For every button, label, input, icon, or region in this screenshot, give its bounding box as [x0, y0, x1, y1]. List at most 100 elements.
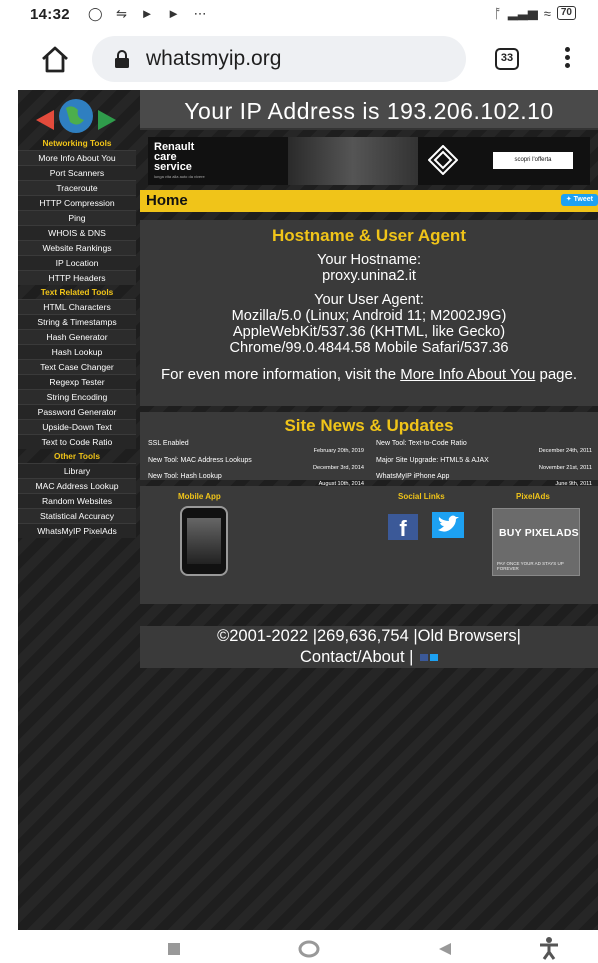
ad-tagline: lunga vita alla auto da vivere: [154, 174, 205, 179]
renault-ad-banner[interactable]: Renault care service lunga vita alla aut…: [148, 137, 590, 185]
tweet-button[interactable]: ✦ Tweet: [560, 194, 598, 206]
browser-toolbar: whatsmyip.org 33: [0, 28, 598, 88]
sidebar-item[interactable]: MAC Address Lookup: [18, 478, 136, 493]
contact-about-link[interactable]: Contact/About |: [300, 648, 413, 666]
renault-logo-icon: [428, 145, 458, 175]
footer: ©2001-2022 |269,636,754 |Old Browsers| C…: [140, 626, 598, 668]
sidebar-item[interactable]: Password Generator: [18, 404, 136, 419]
lock-icon: [115, 50, 129, 68]
user-agent-line: Mozilla/5.0 (Linux; Android 11; M2002J9G…: [231, 308, 507, 324]
twitter-icon[interactable]: [432, 512, 464, 538]
bluetooth-icon: ᚩ: [493, 5, 502, 21]
battery-icon: 70: [556, 6, 576, 20]
more-menu-icon[interactable]: [563, 45, 571, 73]
hostname-section-title: Hostname & User Agent: [272, 226, 466, 245]
sidebar-section-heading: Text Related Tools: [40, 287, 114, 297]
news-title[interactable]: Major Site Upgrade: HTML5 & AJAX: [376, 457, 489, 464]
signal-icon: ▂▃▅: [507, 5, 538, 20]
more-info-link[interactable]: More Info About You: [400, 366, 535, 383]
home-button-icon[interactable]: [298, 940, 320, 958]
mobile-app-phone-image[interactable]: [180, 506, 228, 576]
web-page: Networking Tools More Info About You Port …: [18, 90, 598, 930]
buy-pixelads-text: BUY PIXELADS: [499, 527, 579, 539]
sidebar-item[interactable]: WHOIS & DNS: [18, 225, 136, 240]
hostname-section: Hostname & User Agent Your Hostname: pro…: [140, 220, 598, 406]
footer-facebook-icon[interactable]: [420, 654, 429, 662]
main-content: Your IP Address is 193.206.102.10 Renaul…: [140, 90, 598, 668]
user-agent-line: Chrome/99.0.4844.58 Mobile Safari/537.36: [229, 340, 509, 356]
home-icon[interactable]: [40, 44, 70, 74]
sidebar-item[interactable]: Port Scanners: [18, 165, 136, 180]
sidebar-nav: Networking Tools More Info About You Port …: [18, 136, 136, 538]
sidebar-item[interactable]: WhatsMyIP PixelAds: [18, 523, 136, 538]
home-header: Home ✦ Tweet: [140, 190, 598, 212]
sidebar-section-heading: Other Tools: [54, 451, 100, 461]
tab-switcher-button[interactable]: 33: [495, 48, 519, 70]
notification-icons: ◯ ⇋ ► ► ⋯: [88, 6, 212, 21]
site-news-section: Site News & Updates SSL Enabled February …: [140, 412, 598, 504]
buy-pixelads-banner[interactable]: BUY PIXELADS PAY ONCE YOUR AD STAYS UP F…: [492, 508, 580, 576]
wifi-icon: ≈: [543, 5, 551, 21]
sidebar-item[interactable]: Upside-Down Text: [18, 419, 136, 434]
ip-address-title: Your IP Address is 193.206.102.10: [140, 90, 598, 130]
sidebar-item[interactable]: Text Case Changer: [18, 359, 136, 374]
social-links-heading: Social Links: [398, 492, 445, 501]
news-item[interactable]: New Tool: MAC Address Lookups December 3r…: [148, 457, 364, 474]
hostname-label: Your Hostname:: [316, 252, 422, 268]
sidebar-item[interactable]: Library: [18, 463, 136, 478]
facebook-icon[interactable]: f: [388, 514, 418, 541]
system-icons: ᚩ ▂▃▅ ≈ 70: [494, 5, 576, 21]
sidebar-section-heading: Networking Tools: [42, 138, 112, 148]
news-title[interactable]: New Tool: Text-to-Code Ratio: [376, 440, 467, 447]
ad-photo: [288, 137, 418, 185]
sidebar-item[interactable]: Website Rankings: [18, 240, 136, 255]
user-agent-label: Your User Agent:: [314, 292, 424, 308]
url-text[interactable]: whatsmyip.org: [146, 47, 281, 71]
sidebar-item[interactable]: Random Websites: [18, 493, 136, 508]
mobile-app-heading: Mobile App: [178, 492, 221, 501]
footer-twitter-icon[interactable]: [430, 654, 439, 662]
news-date: November 21st, 2011: [538, 464, 592, 471]
sidebar-item[interactable]: Traceroute: [18, 180, 136, 195]
site-news-title: Site News & Updates: [284, 416, 454, 435]
hostname-value: proxy.unina2.it: [322, 268, 416, 284]
accessibility-icon[interactable]: [538, 936, 560, 960]
news-item[interactable]: New Tool: Text-to-Code Ratio December 24t…: [376, 440, 592, 457]
sidebar-item[interactable]: HTML Characters: [18, 299, 136, 314]
footer-line-1[interactable]: ©2001-2022 |269,636,754 |Old Browsers|: [140, 626, 598, 647]
back-button-icon[interactable]: [438, 942, 452, 956]
more-info-text: For even more information, visit the Mor…: [160, 366, 578, 383]
address-bar[interactable]: whatsmyip.org: [92, 36, 466, 82]
sidebar-item[interactable]: Ping: [18, 210, 136, 225]
sidebar-item[interactable]: Hash Lookup: [18, 344, 136, 359]
sidebar-item[interactable]: Regexp Tester: [18, 374, 136, 389]
news-date: December 3rd, 2014: [313, 464, 364, 471]
news-title[interactable]: New Tool: Hash Lookup: [148, 473, 222, 480]
globe-logo-icon[interactable]: [28, 96, 124, 136]
footer-line-2: Contact/About |: [140, 647, 598, 668]
system-nav-bar: [0, 930, 598, 963]
status-time: 14:32: [30, 6, 70, 23]
pixelads-subtext: PAY ONCE YOUR AD STAYS UP FOREVER: [497, 561, 564, 571]
sidebar-item[interactable]: HTTP Compression: [18, 195, 136, 210]
news-date: December 24th, 2011: [538, 448, 592, 454]
news-title[interactable]: New Tool: MAC Address Lookups: [148, 457, 252, 464]
sidebar-item[interactable]: String & Timestamps: [18, 314, 136, 329]
recents-button-icon[interactable]: [168, 943, 180, 955]
status-bar: 14:32 ◯ ⇋ ► ► ⋯ ᚩ ▂▃▅ ≈ 70: [0, 0, 598, 28]
ad-cta-button[interactable]: scopri l'offerta: [493, 152, 573, 169]
sidebar-item[interactable]: Text to Code Ratio: [18, 434, 136, 449]
sidebar-item[interactable]: More Info About You: [18, 150, 136, 165]
sidebar-item[interactable]: IP Location: [18, 255, 136, 270]
news-item[interactable]: Major Site Upgrade: HTML5 & AJAX November…: [376, 457, 592, 474]
news-title[interactable]: WhatsMyIP iPhone App: [376, 473, 449, 480]
news-date: February 20th, 2019: [313, 448, 364, 454]
home-label: Home: [146, 192, 188, 209]
news-item[interactable]: SSL Enabled February 20th, 2019: [148, 440, 364, 457]
pixelads-heading: PixelAds: [516, 492, 550, 501]
news-title[interactable]: SSL Enabled: [148, 440, 189, 447]
sidebar-item[interactable]: HTTP Headers: [18, 270, 136, 285]
sidebar-item[interactable]: String Encoding: [18, 389, 136, 404]
sidebar-item[interactable]: Statistical Accuracy: [18, 508, 136, 523]
sidebar-item[interactable]: Hash Generator: [18, 329, 136, 344]
